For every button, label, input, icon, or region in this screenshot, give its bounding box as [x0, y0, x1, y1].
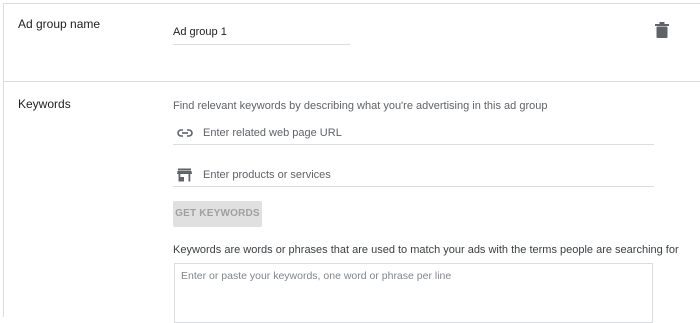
ad-group-name-value: Ad group 1 [173, 26, 227, 38]
trash-icon[interactable] [655, 22, 669, 38]
related-url-input[interactable]: Enter related web page URL [173, 122, 654, 145]
products-services-placeholder: Enter products or services [203, 169, 331, 181]
link-icon [177, 126, 193, 140]
store-icon [177, 168, 193, 182]
get-keywords-button[interactable]: GET KEYWORDS [173, 201, 262, 227]
keywords-label: Keywords [18, 97, 71, 111]
keywords-description: Keywords are words or phrases that are u… [173, 244, 679, 256]
related-url-placeholder: Enter related web page URL [203, 127, 342, 139]
products-services-input[interactable]: Enter products or services [173, 164, 654, 187]
ad-group-name-input[interactable]: Ad group 1 [173, 22, 350, 45]
keywords-textarea[interactable]: Enter or paste your keywords, one word o… [174, 263, 653, 323]
keywords-textarea-placeholder: Enter or paste your keywords, one word o… [181, 270, 452, 282]
keywords-helper-text: Find relevant keywords by describing wha… [173, 100, 548, 112]
ad-group-name-label: Ad group name [18, 17, 101, 31]
ad-group-name-section [4, 4, 700, 82]
